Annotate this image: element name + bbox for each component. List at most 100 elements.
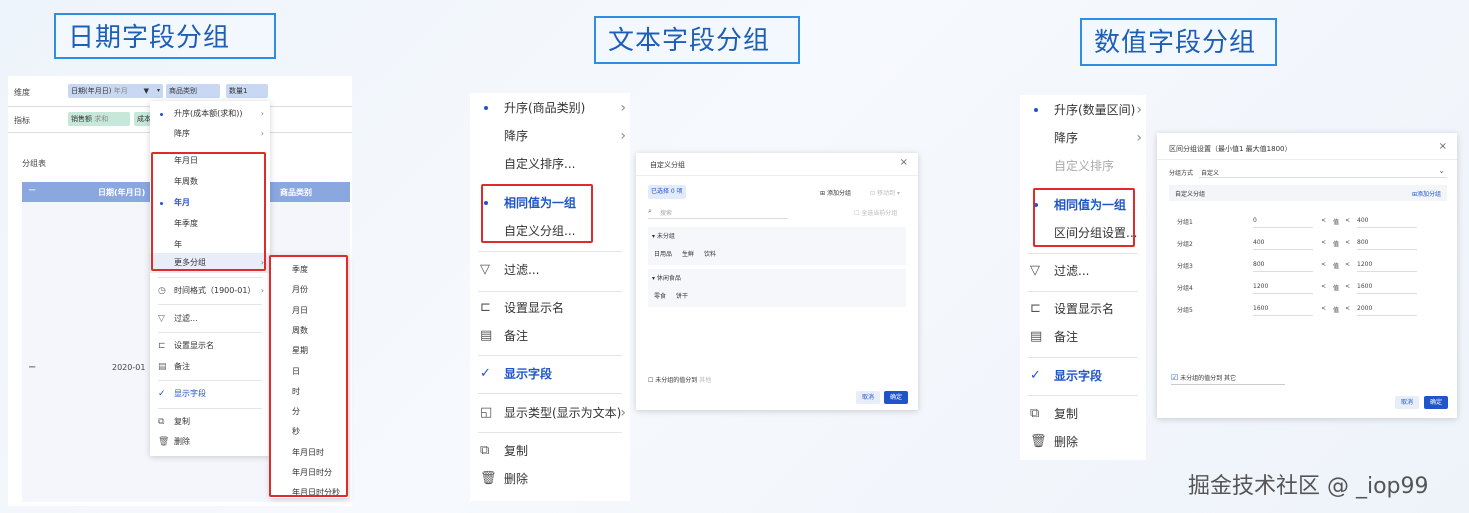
group-header[interactable]: ▾ 休闲食品 [652,273,681,282]
menu-item-custom-sort[interactable]: 自定义排序... [470,150,630,178]
group-item[interactable]: 日用品 [654,249,672,258]
menu-item-filter[interactable]: ▽ 过滤... [470,256,630,284]
selected-dot [160,113,163,116]
menu-item-copy[interactable]: ⧉ 复制 [150,412,270,432]
ungrouped-checkbox[interactable]: ☑ 未分组的值分到 其它 [1171,373,1236,382]
menu-item-show-field[interactable]: ✓ 显示字段 [470,360,630,388]
range-value-label: 值 [1333,219,1340,226]
cost-measure-name: 成本 [137,115,151,123]
qty-field-chip[interactable]: 数量1 [226,84,268,98]
chevron-right-icon: › [260,109,264,118]
menu-item-note[interactable]: ▤ 备注 [470,322,630,350]
menu-item-sort-asc[interactable]: 升序(商品类别) › [470,94,630,122]
menu-item-copy[interactable]: ⧉ 复制 [470,437,630,465]
menu-separator [478,251,622,252]
menu-item-set-display-name[interactable]: ⊏ 设置显示名 [1020,295,1146,323]
menu-item-sort-desc[interactable]: 降序 › [150,124,270,144]
menu-item-copy[interactable]: ⧉ 复制 [1020,400,1146,428]
menu-item-delete[interactable]: 🗑 删除 [150,432,270,452]
search-input[interactable]: ⌕ 搜索 [648,205,788,219]
menu-item-set-display-name[interactable]: ⊏ 设置显示名 [470,294,630,322]
chevron-right-icon: › [620,405,626,421]
range-to-input[interactable]: 400 [1357,217,1417,228]
group-item[interactable]: 生鲜 [682,249,694,258]
select-all-checkbox[interactable]: ☐ 全选当前分组 [854,208,897,217]
check-icon: ✓ [480,366,491,381]
menu-label: 删除 [504,472,529,486]
trash-icon: 🗑 [158,437,170,447]
range-from-input[interactable]: 1600 [1253,305,1313,316]
menu-item-show-field[interactable]: ✓ 显示字段 [150,384,270,404]
move-to-button[interactable]: ⊡ 移动到 ▾ [870,188,900,197]
group-item[interactable]: 零食 [654,291,666,300]
add-group-button[interactable]: ⊞ 添加分组 [820,188,851,197]
range-to-input[interactable]: 800 [1357,239,1417,250]
menu-item-note[interactable]: ▤ 备注 [150,357,270,377]
menu-item-time-format[interactable]: ◷ 时间格式（1900-01） › [150,281,270,301]
menu-item-set-display-name[interactable]: ⊏ 设置显示名 [150,336,270,356]
ok-button[interactable]: 确定 [884,391,908,404]
range-to-input[interactable]: 1200 [1357,261,1417,272]
collapse-icon[interactable]: − [28,185,36,196]
menu-item-delete[interactable]: 🗑 删除 [470,465,630,493]
close-icon[interactable]: × [900,157,908,168]
range-row-name: 分组3 [1177,263,1193,270]
range-value-label: 值 [1333,263,1340,270]
range-op: < [1321,239,1327,246]
menu-item-filter[interactable]: ▽ 过滤... [150,309,270,329]
menu-item-sort-desc[interactable]: 降序 › [1020,124,1146,152]
ungrouped-label: 未分组的值分到 [655,377,698,384]
table-col-date: 日期(年月日) [98,188,146,197]
sales-measure-name: 销售额 [71,115,92,123]
group-item[interactable]: 饮料 [704,249,716,258]
number-context-menu: 升序(数量区间) › 降序 › 自定义排序 相同值为一组 区间分组设置... ▽ 过滤… [1020,95,1146,460]
date-field-chip[interactable]: 日期(年月日) 年月 ▼ ▾ [68,84,163,98]
dimension-label: 维度 [14,88,30,97]
menu-item-sort-desc[interactable]: 降序 › [470,122,630,150]
menu-item-sort-asc[interactable]: 升序(数量区间) › [1020,96,1146,124]
cancel-button[interactable]: 取消 [1395,396,1419,409]
add-group-button[interactable]: ⊞添加分组 [1412,189,1441,198]
note-icon: ▤ [480,328,493,343]
menu-item-note[interactable]: ▤ 备注 [1020,323,1146,351]
row-collapse-icon[interactable]: − [28,362,36,373]
range-op: < [1345,305,1351,312]
menu-item-filter[interactable]: ▽ 过滤... [1020,257,1146,285]
menu-label: 设置显示名 [1054,302,1115,316]
rename-icon: ⊏ [1030,301,1041,316]
menu-item-sort-asc[interactable]: 升序(成本额(求和)) › [150,104,270,124]
filter-icon: ▽ [1030,263,1040,278]
range-row-name: 分组2 [1177,241,1193,248]
ungrouped-label: 未分组的值分到 [1180,375,1223,382]
ok-button[interactable]: 确定 [1424,396,1448,409]
range-op: < [1321,305,1327,312]
range-from-input[interactable]: 0 [1253,217,1313,228]
range-op: < [1321,283,1327,290]
menu-item-delete[interactable]: 🗑 删除 [1020,428,1146,456]
group-header[interactable]: ▾ 未分组 [652,231,675,240]
ungrouped-checkbox[interactable]: ☐ 未分组的值分到 其他 [648,375,711,384]
qty-field-name: 数量1 [229,87,248,95]
sales-measure-chip[interactable]: 销售额 求和 [68,112,130,126]
group-item[interactable]: 饼干 [676,291,688,300]
range-from-input[interactable]: 1200 [1253,283,1313,294]
group-ungrouped: ▾ 未分组 日用品 生鲜 饮料 [648,227,906,265]
method-select[interactable]: 自定义 ⌄ [1199,165,1447,178]
search-icon: ⌕ [648,207,652,215]
range-to-input[interactable]: 1600 [1357,283,1417,294]
menu-label: 显示字段 [1054,369,1103,383]
menu-item-show-field[interactable]: ✓ 显示字段 [1020,362,1146,390]
menu-label: 时间格式（1900-01） [174,286,256,295]
range-from-input[interactable]: 800 [1253,261,1313,272]
menu-separator [158,380,262,381]
menu-item-custom-sort[interactable]: 自定义排序 [1020,152,1146,180]
category-field-chip[interactable]: 商品类别 [166,84,220,98]
range-to-input[interactable]: 2000 [1357,305,1417,316]
menu-label: 备注 [504,329,529,343]
close-icon[interactable]: × [1439,141,1447,152]
search-placeholder: 搜索 [660,210,673,217]
range-from-input[interactable]: 400 [1253,239,1313,250]
menu-label: 自定义排序 [1054,159,1115,173]
menu-item-display-type[interactable]: ◱ 显示类型(显示为文本) › [470,399,630,427]
cancel-button[interactable]: 取消 [856,391,880,404]
